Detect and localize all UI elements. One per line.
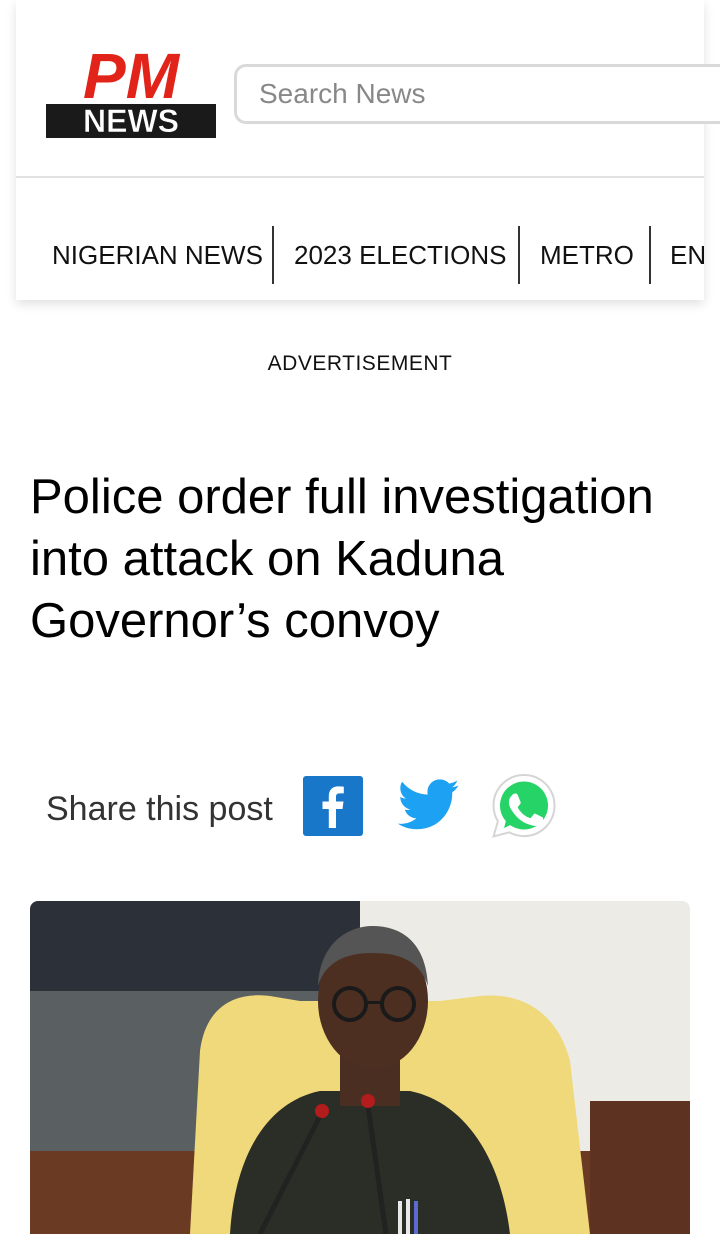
logo-text-top: PM	[83, 40, 181, 112]
article-title: Police order full investigation into att…	[30, 470, 654, 648]
search-box[interactable]	[234, 64, 720, 124]
nav-divider	[518, 226, 520, 284]
site-header: PM NEWS NIGERIAN NEWS 2023 ELECTIONS MET…	[16, 0, 720, 300]
search-input[interactable]	[237, 67, 720, 121]
facebook-icon[interactable]	[303, 776, 363, 836]
twitter-icon[interactable]	[398, 778, 460, 832]
nav-item-entertainment[interactable]: EN	[670, 226, 704, 284]
pm-news-logo[interactable]: PM NEWS	[46, 36, 216, 140]
logo-text-bottom: NEWS	[83, 103, 179, 139]
nav-item-metro[interactable]: METRO	[540, 226, 634, 284]
advertisement-label: ADVERTISEMENT	[267, 352, 453, 375]
nav-item-nigerian-news[interactable]: NIGERIAN NEWS	[52, 226, 263, 284]
share-label: Share this post	[46, 790, 273, 828]
article-photo	[30, 901, 690, 1234]
nav-divider	[649, 226, 651, 284]
nav-menu: NIGERIAN NEWS 2023 ELECTIONS METRO EN	[16, 226, 704, 284]
nav-item-2023-elections[interactable]: 2023 ELECTIONS	[294, 226, 506, 284]
nav-divider	[272, 226, 274, 284]
whatsapp-icon[interactable]	[490, 772, 558, 840]
header-top: PM NEWS	[16, 0, 720, 178]
